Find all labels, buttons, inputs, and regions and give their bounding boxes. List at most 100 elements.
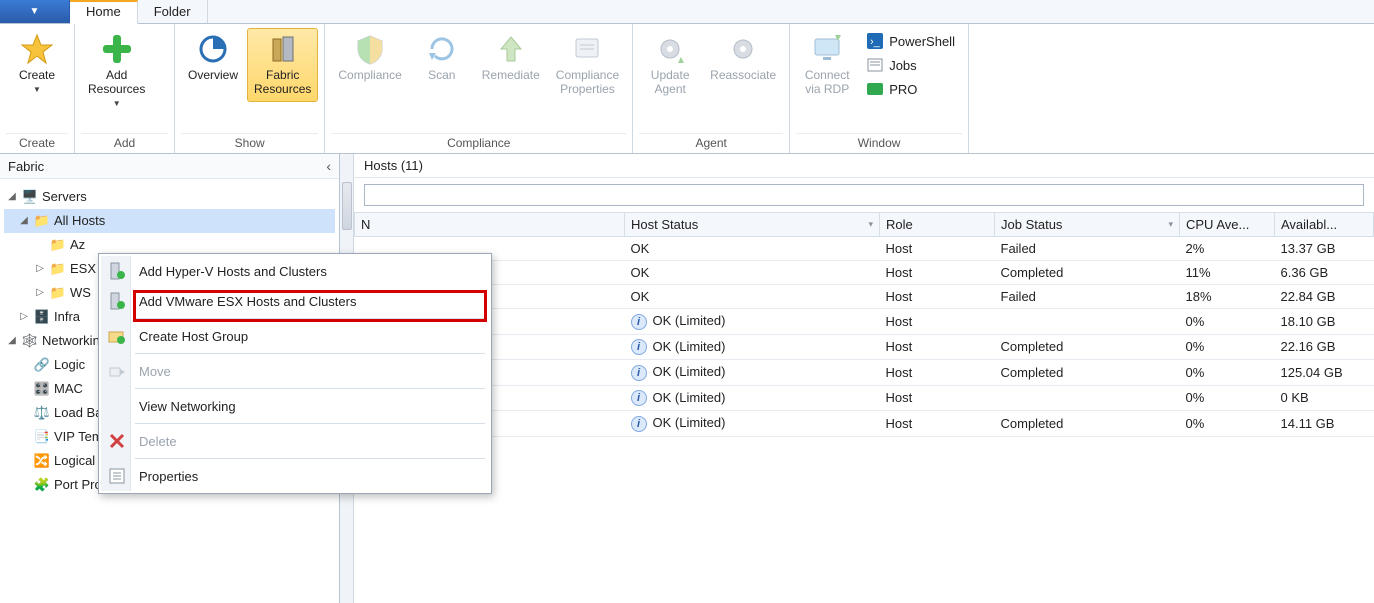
add-resources-button[interactable]: Add Resources ▼	[81, 28, 152, 113]
pro-button[interactable]: PRO	[860, 78, 962, 100]
info-icon: i	[631, 339, 647, 355]
tree-node-servers[interactable]: ◢🖥️Servers	[4, 185, 335, 209]
cell-role: Host	[880, 261, 995, 285]
cell-mem: 18.10 GB	[1275, 309, 1374, 335]
tab-home[interactable]: Home	[70, 0, 138, 24]
overview-button[interactable]: Overview	[181, 28, 245, 88]
group-label-show: Show	[181, 133, 318, 153]
delete-icon	[107, 431, 127, 451]
chevron-down-icon: ▼	[30, 6, 40, 17]
ctx-add-vmware[interactable]: Add VMware ESX Hosts and Clusters	[101, 286, 489, 316]
cell-cpu: 11%	[1180, 261, 1275, 285]
ctx-move[interactable]: Move	[101, 356, 489, 386]
col-role[interactable]: Role	[880, 213, 995, 237]
cell-status: OK	[625, 261, 880, 285]
folder-icon: 📁	[50, 285, 66, 301]
table-row[interactable]: iOK (Limited)HostCompleted0%22.16 GB	[355, 334, 1374, 360]
ctx-create-host-group[interactable]: Create Host Group	[101, 321, 489, 351]
create-button[interactable]: Create ▼	[6, 28, 68, 99]
cell-role: Host	[880, 360, 995, 386]
refresh-icon	[426, 33, 458, 65]
table-row[interactable]: OKHostCompleted11%6.36 GB	[355, 261, 1374, 285]
cell-job: Completed	[995, 261, 1180, 285]
collapse-nav-button[interactable]: ‹	[326, 158, 331, 174]
table-row[interactable]: iOK (Limited)Host0%0 KB	[355, 385, 1374, 411]
vip-icon: 📑	[34, 429, 50, 445]
system-menu-button[interactable]: ▼	[0, 0, 70, 23]
compliance-button[interactable]: Compliance	[331, 28, 408, 88]
table-row[interactable]: iOK (Limited)HostCompleted0%14.11 GB	[355, 411, 1374, 437]
cell-cpu: 0%	[1180, 334, 1275, 360]
chevron-down-icon: ▼	[33, 85, 41, 94]
connect-rdp-button[interactable]: Connect via RDP	[796, 28, 858, 102]
cell-status: iOK (Limited)	[625, 360, 880, 386]
col-status[interactable]: Host Status▾	[625, 213, 880, 237]
cell-job: Failed	[995, 237, 1180, 261]
tree-node-all-hosts[interactable]: ◢📁All Hosts	[4, 209, 335, 233]
svg-text:›_: ›_	[870, 36, 881, 48]
group-label-create: Create	[6, 133, 68, 153]
filter-icon[interactable]: ▾	[868, 219, 873, 230]
splitter-thumb[interactable]	[342, 182, 352, 230]
logical-net-icon: 🔗	[34, 357, 50, 373]
search-input[interactable]	[364, 184, 1364, 206]
cell-mem: 22.84 GB	[1275, 285, 1374, 309]
cell-job: Failed	[995, 285, 1180, 309]
ctx-add-hyperv[interactable]: Add Hyper-V Hosts and Clusters	[101, 256, 489, 286]
cell-role: Host	[880, 411, 995, 437]
cell-cpu: 0%	[1180, 411, 1275, 437]
folder-icon: 📁	[34, 213, 50, 229]
tab-folder[interactable]: Folder	[138, 0, 208, 23]
cell-mem: 125.04 GB	[1275, 360, 1374, 386]
properties-icon	[107, 466, 127, 486]
servers-icon: 🖥️	[22, 189, 38, 205]
move-icon	[107, 361, 127, 381]
piechart-icon	[197, 33, 229, 65]
col-mem[interactable]: Availabl...	[1275, 213, 1374, 237]
filter-icon[interactable]: ▾	[1168, 219, 1173, 230]
mac-icon: 🎛️	[34, 381, 50, 397]
cell-status: iOK (Limited)	[625, 411, 880, 437]
ctx-view-networking[interactable]: View Networking	[101, 391, 489, 421]
table-row[interactable]: iOK (Limited)HostCompleted0%125.04 GB	[355, 360, 1374, 386]
table-row[interactable]: iOK (Limited)Host0%18.10 GB	[355, 309, 1374, 335]
col-cpu[interactable]: CPU Ave...	[1180, 213, 1275, 237]
folder-icon: 📁	[50, 261, 66, 277]
col-job[interactable]: Job Status▾	[995, 213, 1180, 237]
table-row[interactable]: OKHostFailed18%22.84 GB	[355, 285, 1374, 309]
nav-title: Fabric	[8, 159, 44, 174]
reassociate-button[interactable]: Reassociate	[703, 28, 783, 88]
cell-mem: 22.16 GB	[1275, 334, 1374, 360]
remediate-button[interactable]: Remediate	[475, 28, 547, 88]
fabric-resources-button[interactable]: Fabric Resources	[247, 28, 318, 102]
cell-cpu: 0%	[1180, 360, 1275, 386]
cell-status: iOK (Limited)	[625, 309, 880, 335]
cell-cpu: 2%	[1180, 237, 1275, 261]
powershell-button[interactable]: ›_ PowerShell	[860, 30, 962, 52]
context-menu: Add Hyper-V Hosts and Clusters Add VMwar…	[98, 253, 492, 494]
cell-status: OK	[625, 285, 880, 309]
plus-icon	[101, 33, 133, 65]
table-row[interactable]: OKHostFailed2%13.37 GB	[355, 237, 1374, 261]
hosts-table: N Host Status▾ Role Job Status▾ CPU Ave.…	[354, 212, 1374, 437]
list-icon	[867, 57, 883, 73]
update-agent-button[interactable]: Update Agent	[639, 28, 701, 102]
cell-mem: 0 KB	[1275, 385, 1374, 411]
cell-status: iOK (Limited)	[625, 385, 880, 411]
scan-button[interactable]: Scan	[411, 28, 473, 88]
cell-mem: 13.37 GB	[1275, 237, 1374, 261]
arrow-up-icon	[495, 33, 527, 65]
shield-icon	[354, 33, 386, 65]
ctx-delete[interactable]: Delete	[101, 426, 489, 456]
cell-status: OK	[625, 237, 880, 261]
group-label-agent: Agent	[639, 133, 783, 153]
ctx-properties[interactable]: Properties	[101, 461, 489, 491]
server-add-icon	[107, 291, 127, 311]
gear-icon	[654, 33, 686, 65]
col-name[interactable]: N	[355, 213, 625, 237]
jobs-button[interactable]: Jobs	[860, 54, 962, 76]
compliance-properties-button[interactable]: Compliance Properties	[549, 28, 626, 102]
group-label-compliance: Compliance	[331, 133, 626, 153]
lb-icon: ⚖️	[34, 405, 50, 421]
group-label-add: Add	[81, 133, 168, 153]
